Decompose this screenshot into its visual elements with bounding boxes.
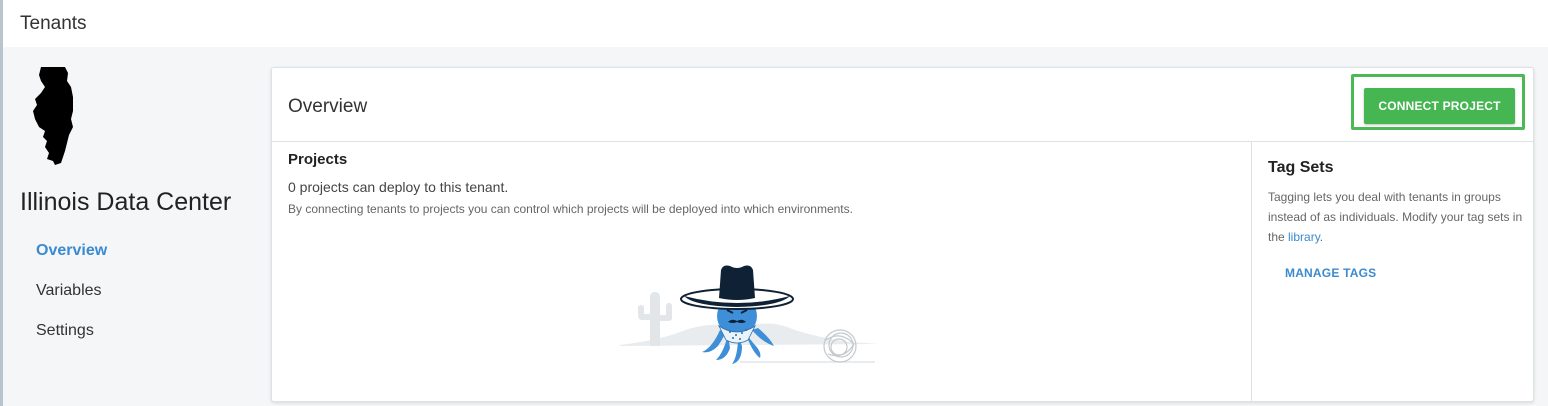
illinois-state-icon	[33, 67, 73, 165]
nav-variables[interactable]: Variables	[36, 282, 102, 300]
projects-description: By connecting tenants to projects you ca…	[288, 202, 853, 216]
tag-sets-heading: Tag Sets	[1268, 159, 1334, 176]
tag-sets-text-end: .	[1319, 230, 1324, 244]
content-area: Illinois Data Center Overview Variables …	[3, 47, 1548, 406]
tag-sets-section: Tag Sets Tagging lets you deal with tena…	[1251, 142, 1534, 401]
projects-section: Projects 0 projects can deploy to this t…	[272, 142, 1251, 401]
projects-heading: Projects	[288, 151, 348, 168]
nav-settings[interactable]: Settings	[36, 322, 94, 340]
tag-sets-description: Tagging lets you deal with tenants in gr…	[1268, 187, 1530, 247]
page-title: Tenants	[20, 13, 87, 34]
tenant-name: Illinois Data Center	[20, 188, 232, 216]
manage-tags-button[interactable]: MANAGE TAGS	[1285, 266, 1376, 280]
top-bar: Tenants	[3, 0, 1548, 47]
card-title: Overview	[288, 96, 368, 117]
projects-count: 0 projects can deploy to this tenant.	[288, 179, 509, 195]
octopus-cowboy-icon	[620, 265, 880, 364]
card-header: Overview CONNECT PROJECT	[272, 68, 1533, 142]
overview-card: Overview CONNECT PROJECT Projects 0 proj…	[271, 67, 1534, 402]
nav-overview[interactable]: Overview	[36, 242, 107, 260]
sidebar: Illinois Data Center Overview Variables …	[3, 47, 265, 406]
library-link[interactable]: library	[1288, 230, 1320, 244]
connect-project-button[interactable]: CONNECT PROJECT	[1364, 88, 1515, 124]
